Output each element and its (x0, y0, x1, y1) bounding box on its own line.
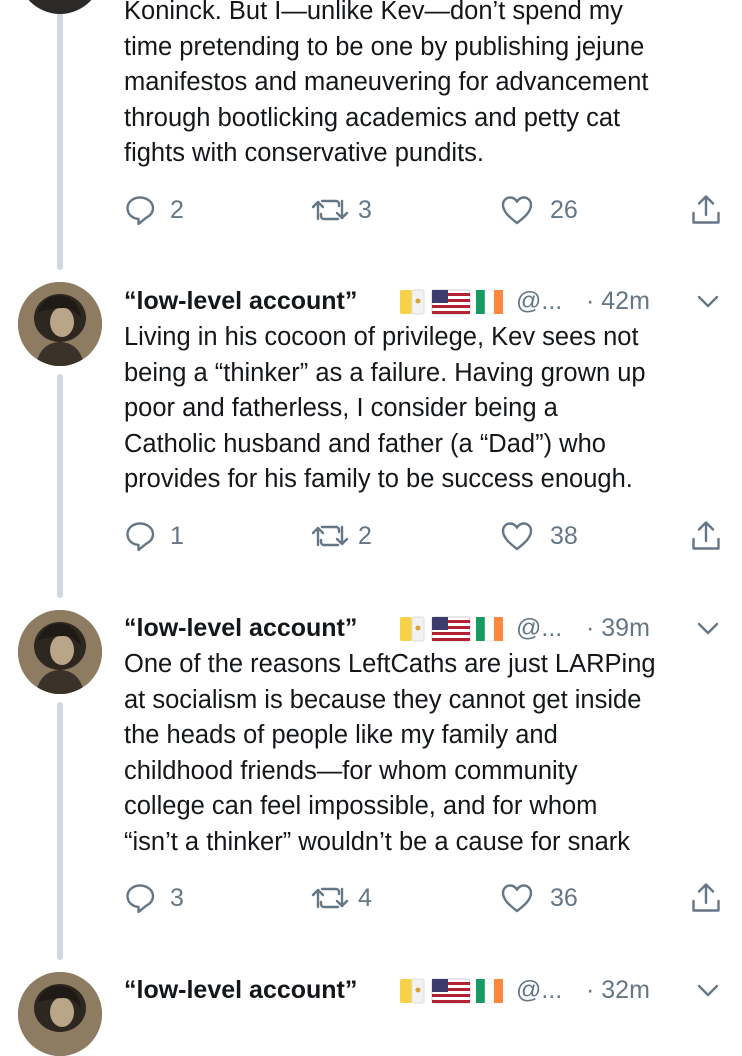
reply-button[interactable]: 2 (124, 192, 184, 228)
tweet-text-line: provides for his family to be success en… (124, 465, 633, 493)
tweet-header: “low-level account” @... · 32m (124, 973, 724, 1009)
speech-bubble-icon (126, 884, 155, 914)
retweet-button[interactable]: 3 (310, 192, 372, 228)
reply-count: 3 (170, 884, 184, 912)
handle[interactable]: @... (516, 611, 562, 645)
speech-bubble-icon (126, 522, 155, 552)
tweet-text-line: time pretending to be one by publishing … (124, 32, 645, 61)
reply-button[interactable]: 3 (124, 880, 184, 916)
like-count: 38 (550, 522, 578, 550)
thread-line (57, 374, 63, 598)
reply-count: 2 (170, 196, 184, 224)
tweet-text-line: fights with conservative pundits. (124, 139, 485, 167)
like-count: 36 (550, 884, 578, 912)
retweet-arrows-icon (311, 525, 349, 547)
chevron-down-icon[interactable] (696, 619, 720, 637)
share-button[interactable] (690, 192, 722, 228)
chevron-down-icon[interactable] (696, 292, 720, 310)
retweet-count: 3 (358, 196, 372, 224)
tweet-actions: 2 3 26 (124, 192, 724, 228)
thread-line (57, 0, 63, 270)
reply-count: 1 (170, 522, 184, 550)
avatar-portrait (18, 610, 102, 694)
tweet-text-line: childhood friends—for whom community (124, 756, 578, 785)
retweet-count: 2 (358, 522, 372, 550)
share-upload-icon (692, 521, 720, 550)
thread-line (57, 702, 63, 960)
tweet-text: Koninck. But I—unlike Kev—don’t spend my… (124, 0, 724, 172)
tweet-text-line: college can feel impossible, and for who… (124, 792, 598, 820)
display-name[interactable]: “low-level account” (124, 284, 357, 318)
share-button[interactable] (690, 880, 722, 916)
retweet-count: 4 (358, 884, 372, 912)
handle[interactable]: @... (516, 973, 562, 1007)
tweet-text-line: Living in his cocoon of privilege, Kev s… (124, 323, 639, 351)
flag-emojis (400, 289, 503, 315)
retweet-arrows-icon (311, 199, 349, 221)
avatar-portrait (18, 282, 102, 366)
tweet-text-line: poor and fatherless, I consider being a (124, 394, 558, 422)
flag-emojis (400, 978, 503, 1004)
avatar[interactable] (18, 0, 102, 14)
retweet-button[interactable]: 4 (310, 880, 372, 916)
tweet-text-line: Catholic husband and father (a “Dad”) wh… (124, 429, 606, 458)
like-button[interactable]: 38 (500, 518, 578, 554)
handle[interactable]: @... (516, 284, 562, 318)
tweet-text-line: the heads of people like my family and (124, 721, 558, 749)
like-count: 26 (550, 196, 578, 224)
timestamp[interactable]: · 42m (586, 284, 650, 318)
retweet-button[interactable]: 2 (310, 518, 372, 554)
tweet-actions: 3 4 36 (124, 880, 724, 916)
share-upload-icon (692, 195, 720, 224)
like-button[interactable]: 26 (500, 192, 578, 228)
tweet-text-line: One of the reasons LeftCaths are just LA… (124, 650, 656, 678)
heart-icon (501, 884, 533, 913)
avatar-portrait (18, 972, 102, 1056)
tweet-text-line: through bootlicking academics and petty … (124, 103, 621, 132)
like-button[interactable]: 36 (500, 880, 578, 916)
heart-icon (501, 522, 533, 551)
timestamp[interactable]: · 39m (586, 611, 650, 645)
tweet-text-line: being a “thinker” as a failure. Having g… (124, 358, 646, 387)
chevron-down-icon[interactable] (696, 981, 720, 999)
avatar[interactable] (18, 282, 102, 366)
share-button[interactable] (690, 518, 722, 554)
display-name[interactable]: “low-level account” (124, 973, 357, 1007)
tweet-text-line: Koninck. But I—unlike Kev—don’t spend my (124, 0, 623, 25)
display-name[interactable]: “low-level account” (124, 611, 357, 645)
share-upload-icon (692, 883, 720, 912)
tweet-text-line: at socialism is because they cannot get … (124, 685, 642, 714)
speech-bubble-icon (126, 196, 155, 226)
retweet-arrows-icon (311, 887, 349, 909)
flag-emojis (400, 616, 503, 642)
tweet-text-line: “isn’t a thinker” wouldn’t be a cause fo… (124, 827, 630, 856)
timestamp[interactable]: · 32m (586, 973, 650, 1007)
avatar[interactable] (18, 972, 102, 1056)
tweet-header: “low-level account” @... · 39m (124, 611, 724, 647)
tweet-text: One of the reasons LeftCaths are just LA… (124, 647, 724, 860)
tweet-actions: 1 2 38 (124, 518, 724, 554)
avatar[interactable] (18, 610, 102, 694)
tweet-text: Living in his cocoon of privilege, Kev s… (124, 320, 724, 498)
tweet-header: “low-level account” @... · 42m (124, 284, 724, 320)
heart-icon (501, 196, 533, 225)
tweet-text-line: manifestos and maneuvering for advanceme… (124, 68, 649, 96)
reply-button[interactable]: 1 (124, 518, 184, 554)
